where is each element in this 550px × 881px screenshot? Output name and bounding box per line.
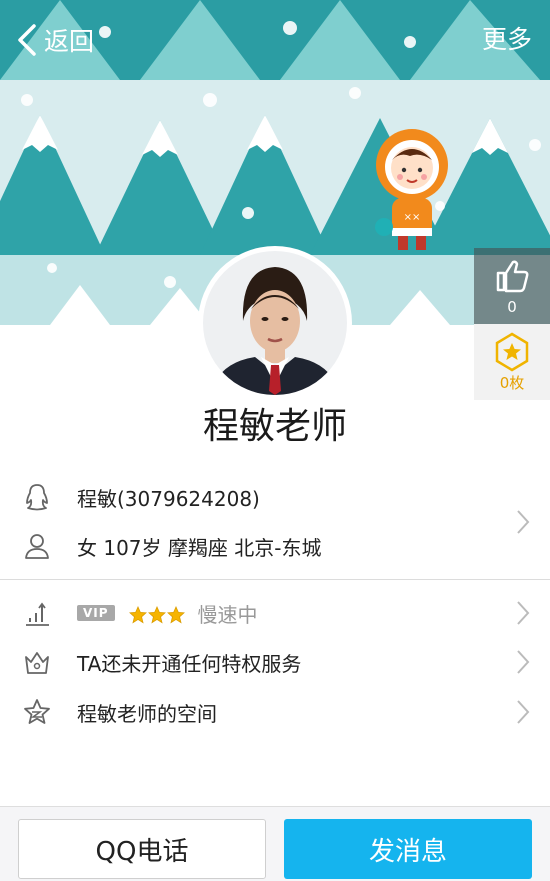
- send-message-button[interactable]: 发消息: [284, 819, 532, 879]
- chevron-right-icon: [517, 510, 530, 534]
- vip-status: 慢速中: [197, 602, 258, 627]
- like-button[interactable]: 0: [474, 248, 550, 324]
- medal-star-icon: [495, 332, 529, 372]
- vip-badge: VIP: [77, 605, 115, 621]
- person-icon: [25, 534, 49, 559]
- star-icon: [147, 605, 166, 624]
- profile-name: 程敏老师: [202, 406, 347, 447]
- thumbs-up-icon: [496, 260, 529, 293]
- privilege-row[interactable]: TA还未开通任何特权服务: [0, 637, 550, 687]
- vip-info: VIP 慢速中: [77, 599, 258, 628]
- qq-call-button[interactable]: QQ电话: [18, 819, 266, 879]
- more-button[interactable]: 更多: [482, 20, 532, 60]
- qq-nickname-id: 程敏(3079624208): [77, 486, 260, 511]
- medal-button[interactable]: 0枚: [474, 324, 550, 400]
- basic-info-text: 女 107岁 摩羯座 北京-东城: [77, 535, 322, 560]
- basic-info-row[interactable]: 女 107岁 摩羯座 北京-东城: [0, 521, 550, 571]
- svg-text:××: ××: [404, 212, 421, 223]
- back-button[interactable]: 返回: [14, 20, 94, 60]
- back-chevron-icon: [18, 24, 36, 56]
- chevron-right-icon: [517, 601, 530, 625]
- profile-photo: [203, 251, 347, 395]
- chevron-right-icon: [517, 650, 530, 674]
- vip-stars: [128, 601, 186, 625]
- like-count: 0: [507, 298, 517, 316]
- bottom-action-bar: QQ电话 发消息: [0, 806, 550, 881]
- star-icon: [166, 605, 185, 624]
- vip-row[interactable]: VIP 慢速中: [0, 588, 550, 638]
- signal-bars-icon: [26, 602, 49, 626]
- privilege-text: TA还未开通任何特权服务: [77, 651, 302, 676]
- star-icon: [128, 605, 147, 624]
- section-divider: [0, 579, 550, 580]
- crown-icon: [25, 652, 49, 674]
- medal-count: 0枚: [499, 374, 525, 392]
- qzone-row[interactable]: 程敏老师的空间: [0, 687, 550, 737]
- qzone-text: 程敏老师的空间: [77, 701, 217, 726]
- qq-account-row[interactable]: 程敏(3079624208): [0, 472, 550, 522]
- avatar[interactable]: [198, 246, 352, 400]
- star-space-icon: [24, 699, 50, 724]
- back-label: 返回: [44, 27, 95, 56]
- qq-penguin-icon: [26, 484, 48, 511]
- top-navigation-bar: 返回 更多: [0, 0, 550, 80]
- chevron-right-icon: [517, 700, 530, 724]
